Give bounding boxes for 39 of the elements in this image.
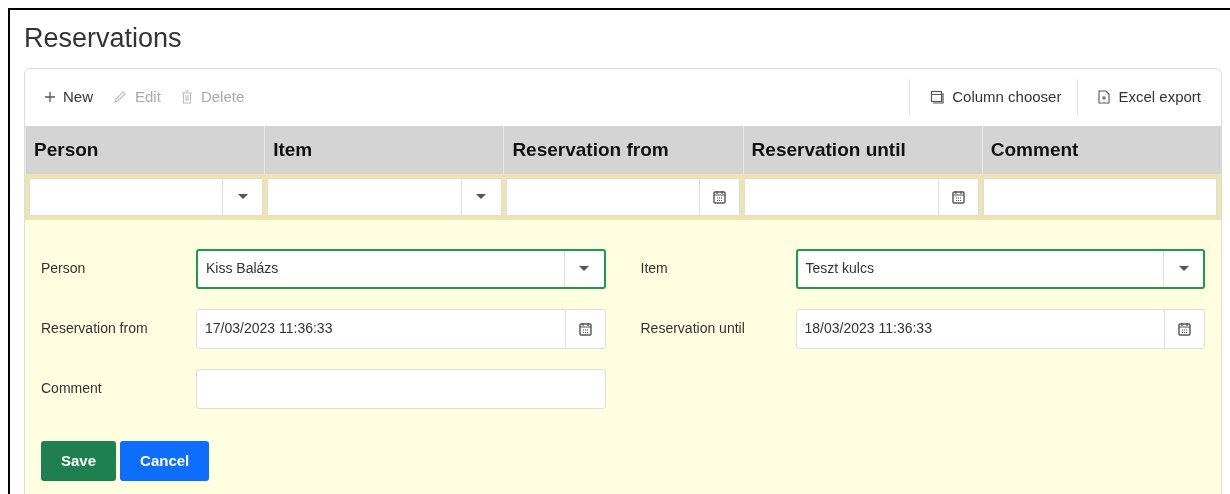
caret-icon [237, 194, 248, 200]
toolbar-button[interactable]: Excel export [1090, 81, 1209, 114]
filter-field[interactable] [982, 177, 1217, 216]
input-field[interactable] [196, 368, 606, 409]
toolbar-button[interactable]: Column chooser [922, 81, 1070, 114]
caret-icon [476, 194, 487, 200]
filter-field[interactable] [744, 177, 979, 216]
column-header[interactable]: Reservation from [503, 125, 743, 174]
calendar-icon [951, 189, 965, 204]
caret-icon [579, 266, 589, 272]
filter-field[interactable] [267, 177, 502, 216]
dropdown-field[interactable]: Teszt kulcs [795, 248, 1205, 289]
cancel-button[interactable]: Cancel [120, 440, 210, 481]
column-header[interactable]: Person [25, 125, 265, 174]
field-label: Item [640, 259, 669, 279]
pencil-icon [113, 90, 127, 105]
column-header[interactable]: Reservation until [742, 125, 982, 174]
save-button[interactable]: Save [41, 440, 117, 481]
calendar-icon [578, 321, 592, 336]
column-header[interactable]: Comment [981, 125, 1221, 174]
date-field[interactable]: 17/03/2023 11:36:33 [196, 308, 606, 349]
field-label: Comment [41, 379, 103, 399]
caret-icon [1178, 266, 1189, 272]
field-label: Reservation from [41, 319, 149, 339]
calendar-icon [713, 189, 727, 204]
file-icon [1098, 90, 1111, 105]
toolbar-button[interactable]: New [37, 81, 101, 114]
plus-icon [45, 92, 55, 103]
field-label: Person [41, 259, 87, 279]
dropdown-field[interactable]: Kiss Balázs [196, 248, 606, 289]
filter-field[interactable] [29, 177, 264, 216]
table-icon [930, 90, 945, 105]
trash-icon [180, 90, 193, 105]
page-title: Reservations [24, 22, 183, 55]
calendar-icon [1178, 321, 1191, 336]
filter-field[interactable] [505, 177, 741, 216]
column-header[interactable]: Item [264, 125, 504, 174]
field-label: Reservation until [640, 319, 746, 339]
date-field[interactable]: 18/03/2023 11:36:33 [795, 308, 1205, 349]
